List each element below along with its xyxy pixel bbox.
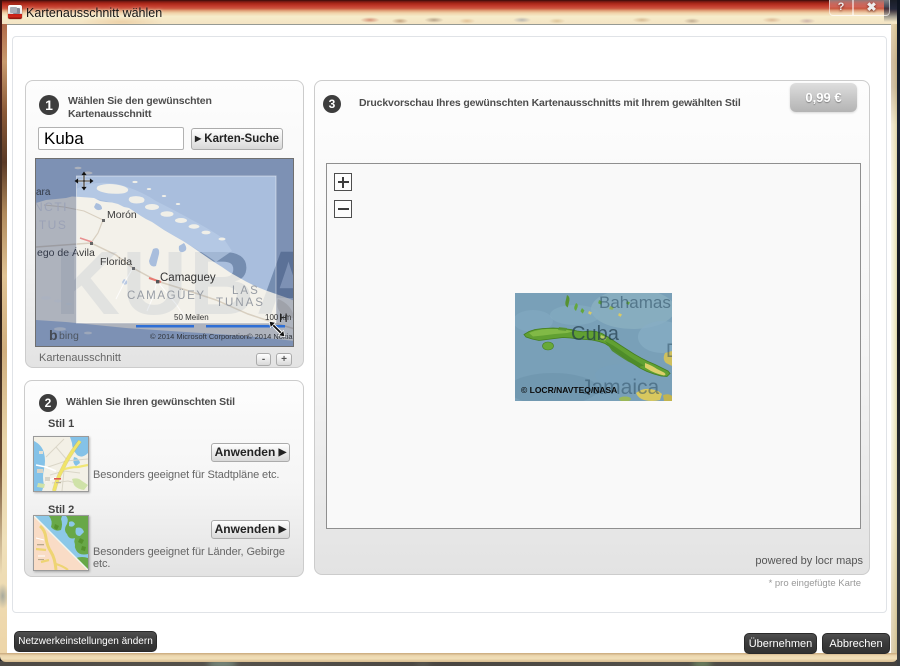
svg-text:© LOCR/NAVTEQ/NASA: © LOCR/NAVTEQ/NASA [521,385,617,395]
svg-text:NCTI: NCTI [36,200,68,214]
svg-text:Cuba: Cuba [571,323,620,345]
svg-text:Bahamas: Bahamas [599,293,671,312]
svg-text:CAMAGÜEY: CAMAGÜEY [127,290,206,302]
svg-text:TUNAS: TUNAS [216,297,265,309]
svg-text:Morón: Morón [107,209,137,221]
svg-text:ITUS: ITUS [36,218,67,232]
svg-text:bing: bing [59,330,79,342]
svg-text:ara: ara [36,187,51,198]
svg-text:© 2014 Microsoft Corporation: © 2014 Microsoft Corporation [150,332,248,341]
svg-text:© 2014 Nokia: © 2014 Nokia [247,332,293,341]
svg-text:50 Meilen: 50 Meilen [174,313,209,322]
svg-text:Florida: Florida [100,256,132,268]
svg-text:b: b [49,327,58,343]
svg-text:Camaguey: Camaguey [160,272,216,284]
svg-text:LAS: LAS [232,285,260,297]
svg-text:H: H [279,311,288,325]
svg-text:D: D [666,341,672,362]
